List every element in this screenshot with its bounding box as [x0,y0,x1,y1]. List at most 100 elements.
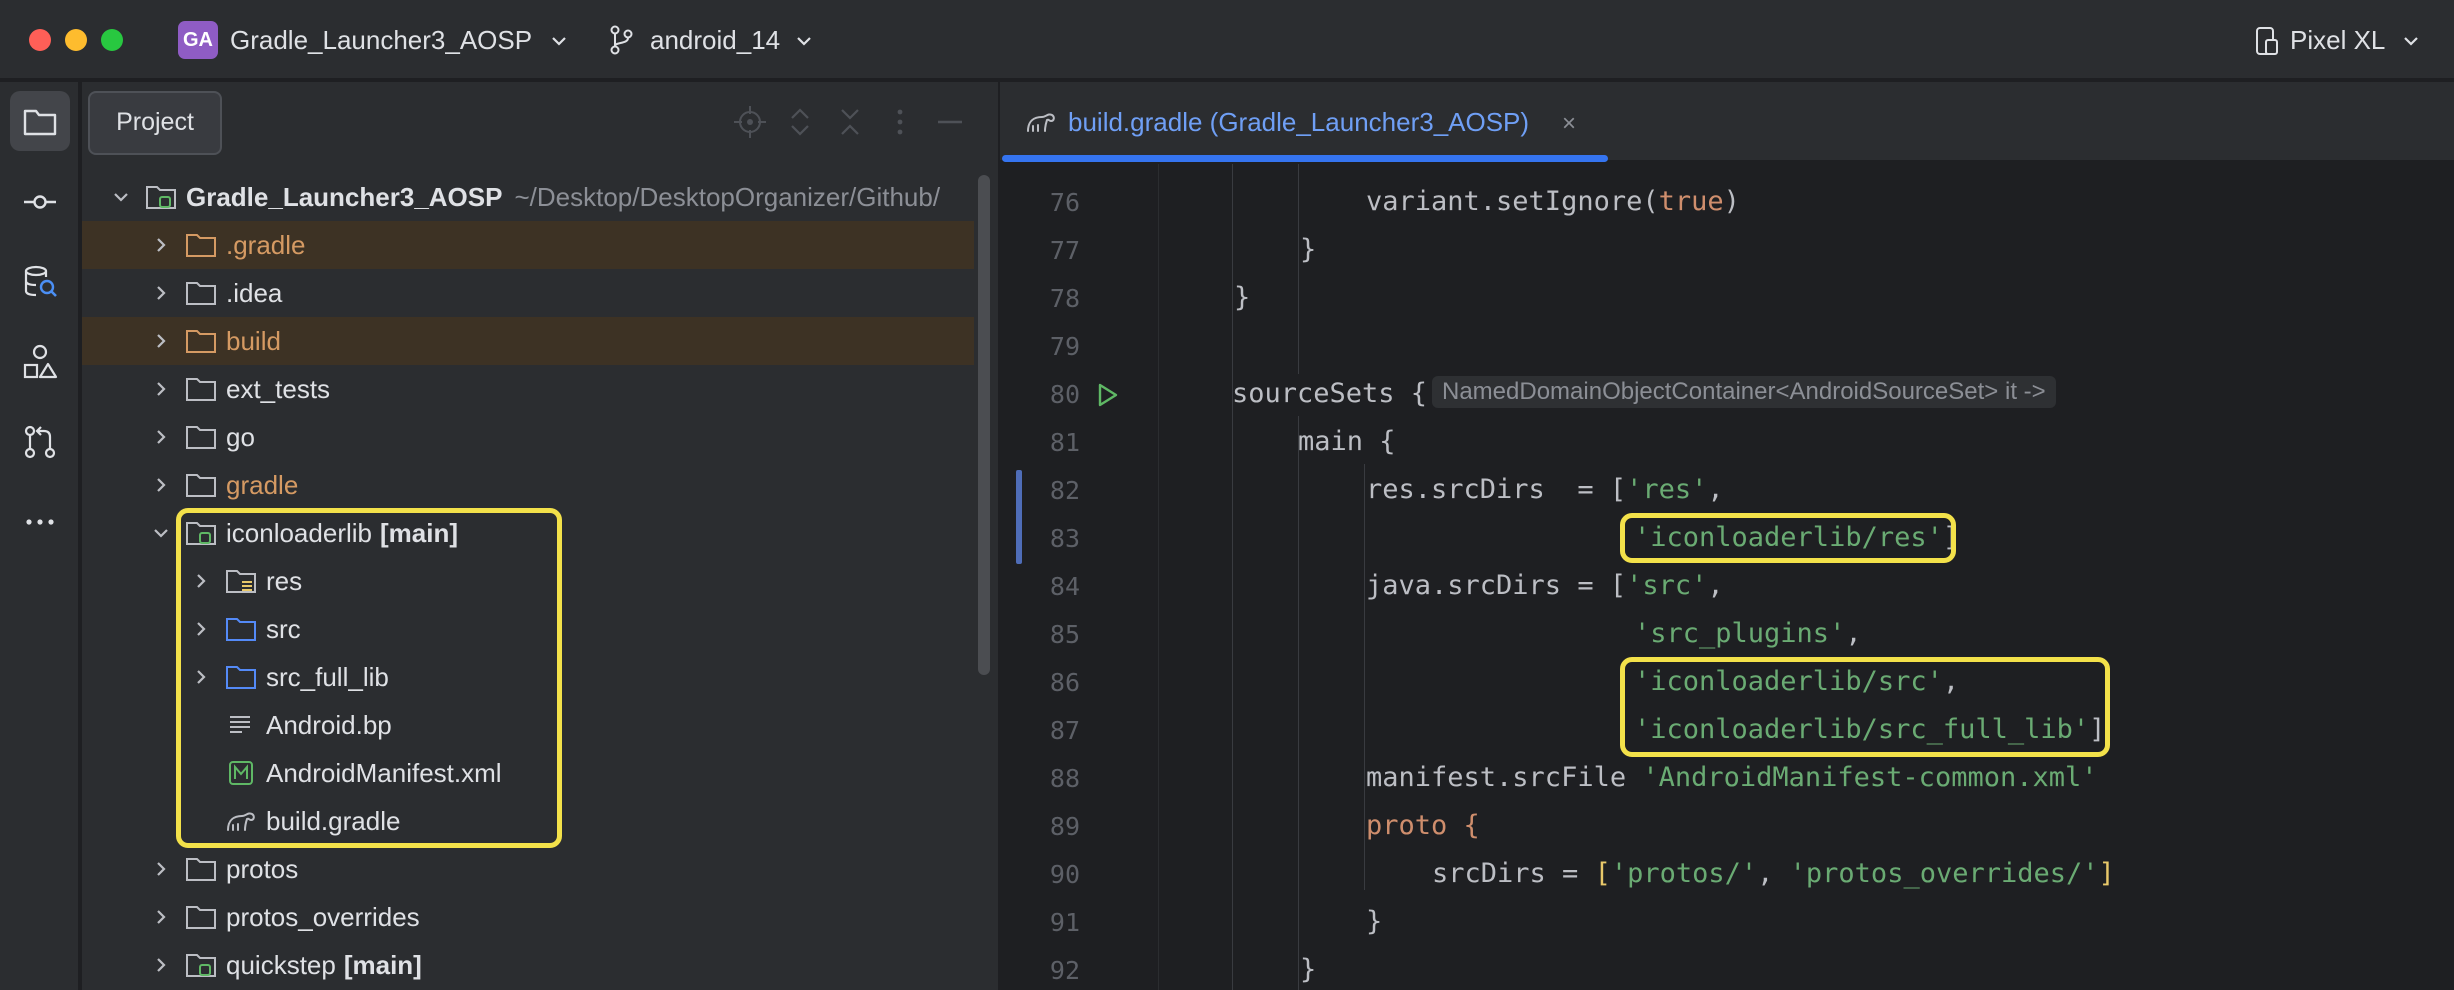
line-number: 90 [1049,860,1080,889]
close-window-button[interactable] [29,29,51,51]
code-line-92[interactable]: } [1300,954,1316,985]
code-line-89[interactable]: proto { [1366,810,1480,841]
tree-item-label: protos [226,853,299,884]
code-line-91[interactable]: } [1366,906,1382,937]
line-number: 91 [1049,908,1080,937]
indent-guide [1364,464,1365,890]
tree-item-ext-tests[interactable]: ext_tests [82,365,974,413]
code-line-80[interactable]: sourceSets { [1232,378,1427,409]
active-tab-indicator [1002,155,1608,162]
chevron-down-icon[interactable] [793,30,815,52]
project-icon [23,109,57,136]
data-explorer-tool-button[interactable] [10,252,70,312]
folder-icon [184,278,218,308]
hide-panel-icon[interactable] [932,104,968,140]
project-tool-button[interactable] [10,91,70,151]
structure-icon [23,344,58,379]
chevron-right-icon[interactable] [150,474,172,496]
module-folder-icon [184,950,218,980]
editor-tab-bar: build.gradle (Gradle_Launcher3_AOSP) × [1000,82,2454,162]
more-icon [26,519,54,525]
tree-root-row[interactable]: Gradle_Launcher3_AOSP ~/Desktop/DesktopO… [82,173,974,221]
chevron-right-icon[interactable] [150,906,172,928]
code-line-78[interactable]: } [1234,282,1250,313]
commit-icon [24,195,56,209]
tree-item-label: .gradle [226,229,306,260]
folder-icon [184,422,218,452]
code-line-81[interactable]: main { [1298,426,1396,457]
chevron-down-icon[interactable] [110,186,132,208]
tree-scrollbar[interactable] [978,175,990,675]
source-set-badge: [main] [343,949,422,980]
chevron-right-icon[interactable] [150,378,172,400]
chevron-right-icon[interactable] [150,954,172,976]
tree-item-label: build [226,325,281,356]
tree-item-gradle[interactable]: gradle [82,461,974,509]
line-number: 76 [1049,188,1080,217]
code-line-84[interactable]: java.srcDirs = ['src', [1366,570,1724,601]
line-number: 89 [1049,812,1080,841]
tree-item-protos[interactable]: protos [82,845,974,893]
line-number: 83 [1049,524,1080,553]
zoom-window-button[interactable] [101,29,123,51]
annotation-highlight-box [176,508,562,848]
line-number: 84 [1049,572,1080,601]
chevron-down-icon[interactable] [150,522,172,544]
device-selector[interactable]: Pixel XL [2290,25,2385,56]
minimize-window-button[interactable] [65,29,87,51]
excluded-folder-icon [184,326,218,356]
inlay-type-hint: NamedDomainObjectContainer<AndroidSource… [1432,376,2056,408]
locate-file-icon[interactable] [732,104,768,140]
line-number: 80 [1049,380,1080,409]
code-line-76[interactable]: variant.setIgnore(true) [1366,186,1740,217]
code-line-90[interactable]: srcDirs = ['protos/', 'protos_overrides/… [1432,858,2115,889]
line-number: 86 [1049,668,1080,697]
chevron-right-icon[interactable] [150,858,172,880]
more-tool-button[interactable] [10,492,70,552]
vcs-change-marker[interactable] [1016,470,1022,564]
tree-item-label: go [226,421,255,452]
folder-icon [184,470,218,500]
folder-icon [184,854,218,884]
code-line-77[interactable]: } [1300,234,1316,265]
code-line-85[interactable]: 'src_plugins', [1634,618,1862,649]
data-explorer-icon [24,265,57,297]
tree-item-build[interactable]: build [82,317,974,365]
structure-tool-button[interactable] [10,332,70,392]
line-number: 77 [1049,236,1080,265]
pull-requests-icon [24,425,56,459]
editor-tab-build-gradle[interactable]: build.gradle (Gradle_Launcher3_AOSP) [1068,107,1529,138]
code-line-82[interactable]: res.srcDirs = ['res', [1366,474,1724,505]
line-number: 88 [1049,764,1080,793]
line-number: 82 [1049,476,1080,505]
tree-item-idea[interactable]: .idea [82,269,974,317]
annotation-highlight-box [1620,657,2110,757]
chevron-right-icon[interactable] [150,426,172,448]
expand-all-icon[interactable] [782,104,818,140]
collapse-all-icon[interactable] [832,104,868,140]
device-icon [2256,27,2278,55]
run-icon[interactable] [1092,380,1122,410]
commit-tool-button[interactable] [10,172,70,232]
options-icon[interactable] [882,104,918,140]
indent-guide [1232,164,1233,990]
code-line-88[interactable]: manifest.srcFile 'AndroidManifest-common… [1366,762,2098,793]
project-tooltip: Project [88,91,222,155]
tree-item-go[interactable]: go [82,413,974,461]
tree-item-gradle-cache[interactable]: .gradle [82,221,974,269]
chevron-down-icon[interactable] [548,30,570,52]
tree-item-quickstep[interactable]: quickstep [main] [82,941,974,989]
tree-item-protos-overrides[interactable]: protos_overrides [82,893,974,941]
chevron-right-icon[interactable] [150,282,172,304]
chevron-right-icon[interactable] [150,234,172,256]
chevron-right-icon[interactable] [150,330,172,352]
chevron-down-icon[interactable] [2400,30,2422,52]
line-number: 78 [1049,284,1080,313]
branch-selector[interactable]: android_14 [650,25,780,56]
gutter-separator [1158,164,1159,990]
project-badge[interactable]: GA [178,21,218,59]
pull-requests-tool-button[interactable] [10,412,70,472]
tree-item-label: gradle [226,469,299,500]
close-tab-icon[interactable]: × [1562,110,1576,138]
project-selector[interactable]: Gradle_Launcher3_AOSP [230,25,532,56]
